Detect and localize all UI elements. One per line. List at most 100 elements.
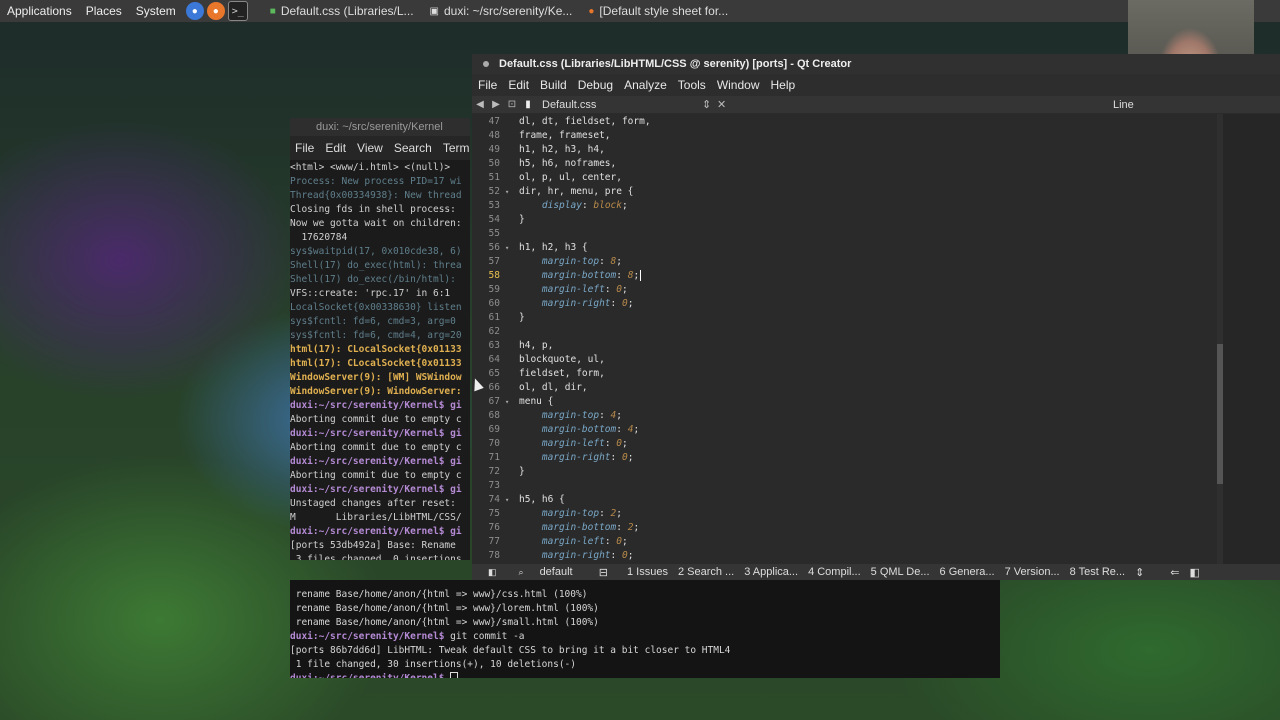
menu-window[interactable]: Window bbox=[711, 78, 765, 92]
terminal-output-continued[interactable]: rename Base/home/anon/{html => www}/css.… bbox=[290, 580, 1000, 678]
line-number: 67 bbox=[488, 396, 500, 407]
places-menu[interactable]: Places bbox=[79, 4, 129, 18]
applications-menu[interactable]: Applications bbox=[0, 4, 79, 18]
code-line[interactable]: 63 h4, p, bbox=[472, 339, 1218, 353]
terminal-menu-terminal[interactable]: Terminal bbox=[438, 141, 470, 155]
menu-build[interactable]: Build bbox=[534, 78, 572, 92]
code-line[interactable]: 64 blockquote, ul, bbox=[472, 353, 1218, 367]
code-line[interactable]: 73 bbox=[472, 479, 1218, 493]
terminal-launcher-icon[interactable]: >_ bbox=[227, 1, 248, 21]
code-line[interactable]: 54} bbox=[472, 213, 1218, 227]
file-dropdown-arrow-icon[interactable]: ⇕ bbox=[702, 98, 711, 111]
shell-prompt: duxi:~/src/serenity/Kernel$ bbox=[290, 631, 445, 642]
terminal-line: html(17): CLocalSocket{0x01133 bbox=[290, 344, 462, 355]
code-line[interactable]: 59 margin-left: 0; bbox=[472, 283, 1218, 297]
qtcreator-titlebar[interactable]: Default.css (Libraries/LibHTML/CSS @ ser… bbox=[472, 54, 1280, 74]
fold-marker-icon[interactable]: ▾ bbox=[505, 493, 509, 507]
line-number: 52 bbox=[488, 186, 500, 197]
window-menu-icon[interactable] bbox=[483, 61, 489, 67]
pane-version-control[interactable]: 7 Version... bbox=[1000, 566, 1065, 578]
menu-analyze[interactable]: Analyze bbox=[618, 78, 672, 92]
terminal-menu-file[interactable]: File bbox=[290, 141, 320, 155]
code-line[interactable]: 62 bbox=[472, 325, 1218, 339]
code-line[interactable]: 49 h1, h2, h3, h4, bbox=[472, 143, 1218, 157]
pane-search[interactable]: 2 Search ... bbox=[673, 566, 739, 578]
code-line[interactable]: 78 margin-right: 0; bbox=[472, 549, 1218, 563]
code-line[interactable]: 71 margin-right: 0; bbox=[472, 451, 1218, 465]
code-line[interactable]: 50 h5, h6, noframes, bbox=[472, 157, 1218, 171]
menu-tools[interactable]: Tools bbox=[672, 78, 711, 92]
code-line[interactable]: 61} bbox=[472, 311, 1218, 325]
code-line[interactable]: 55 bbox=[472, 227, 1218, 241]
forward-arrow-icon[interactable]: ▶ bbox=[488, 99, 504, 110]
code-line[interactable]: 66 ol, dl, dir, bbox=[472, 381, 1218, 395]
code-line[interactable]: 65 fieldset, form, bbox=[472, 367, 1218, 381]
open-file-combo[interactable]: Default.css bbox=[542, 99, 596, 111]
code-line[interactable]: 70 margin-left: 0; bbox=[472, 437, 1218, 451]
code-line[interactable]: 69 margin-bottom: 4; bbox=[472, 423, 1218, 437]
pane-test-results[interactable]: 8 Test Re... bbox=[1065, 566, 1130, 578]
pane-application[interactable]: 3 Applica... bbox=[739, 566, 803, 578]
qtcreator-window[interactable]: Default.css (Libraries/LibHTML/CSS @ ser… bbox=[472, 54, 1280, 580]
shell-prompt: duxi:~/src/serenity/Kernel$ bbox=[290, 673, 450, 678]
back-arrow-icon[interactable]: ◀ bbox=[472, 99, 488, 110]
clear-locator-icon[interactable]: ⊟ bbox=[594, 566, 613, 579]
terminal-line: Aborting commit due to empty c bbox=[290, 470, 462, 481]
code-line[interactable]: 74 ▾ h5, h6 { bbox=[472, 493, 1218, 507]
menu-debug[interactable]: Debug bbox=[572, 78, 618, 92]
code-line[interactable]: 76 margin-bottom: 2; bbox=[472, 521, 1218, 535]
system-menu[interactable]: System bbox=[129, 4, 183, 18]
terminal-menu-search[interactable]: Search bbox=[389, 141, 438, 155]
code-line[interactable]: 68 margin-top: 4; bbox=[472, 409, 1218, 423]
window-title: Default.css (Libraries/LibHTML/CSS @ ser… bbox=[499, 58, 852, 70]
code-line[interactable]: 51 ol, p, ul, center, bbox=[472, 171, 1218, 185]
code-line[interactable]: 56 ▾ h1, h2, h3 { bbox=[472, 241, 1218, 255]
menu-edit[interactable]: Edit bbox=[502, 78, 534, 92]
editor-caret bbox=[640, 270, 642, 281]
code-line[interactable]: 52 ▾ dir, hr, menu, pre { bbox=[472, 185, 1218, 199]
task-firefox[interactable]: ● [Default style sheet for... bbox=[580, 0, 736, 22]
code-line[interactable]: 53 display: block; bbox=[472, 199, 1218, 213]
code-line[interactable]: 47 dl, dt, fieldset, form, bbox=[472, 115, 1218, 129]
code-line[interactable]: 58 margin-bottom: 8; bbox=[472, 269, 1218, 283]
line-indicator[interactable]: Line bbox=[1113, 99, 1134, 111]
pane-compile[interactable]: 4 Compil... bbox=[803, 566, 866, 578]
task-qtcreator[interactable]: ■ Default.css (Libraries/L... bbox=[262, 0, 422, 22]
terminal-window[interactable]: duxi: ~/src/serenity/Kernel File Edit Vi… bbox=[290, 118, 470, 560]
shell-command: git commit -a bbox=[444, 631, 525, 642]
task-terminal[interactable]: ▣ duxi: ~/src/serenity/Ke... bbox=[422, 0, 581, 22]
menu-file[interactable]: File bbox=[472, 78, 502, 92]
menu-help[interactable]: Help bbox=[765, 78, 801, 92]
line-number: 48 bbox=[488, 130, 500, 141]
code-editor[interactable]: 47 dl, dt, fieldset, form, 48 frame, frames… bbox=[472, 114, 1218, 564]
pane-dropdown-icon[interactable]: ⇕ bbox=[1130, 566, 1149, 579]
code-line[interactable]: 77 margin-left: 0; bbox=[472, 535, 1218, 549]
code-line[interactable]: 48 frame, frameset, bbox=[472, 129, 1218, 143]
locator[interactable]: ◧ ⌕ default ⊟ bbox=[472, 566, 622, 579]
terminal-menu-view[interactable]: View bbox=[352, 141, 389, 155]
code-line[interactable]: 67 ▾ menu { bbox=[472, 395, 1218, 409]
code-line[interactable]: 72} bbox=[472, 465, 1218, 479]
line-number: 51 bbox=[488, 172, 500, 183]
code-line[interactable]: 57 margin-top: 8; bbox=[472, 255, 1218, 269]
pane-general[interactable]: 6 Genera... bbox=[935, 566, 1000, 578]
code-line[interactable]: 75 margin-top: 2; bbox=[472, 507, 1218, 521]
terminal-line: Aborting commit due to empty c bbox=[290, 414, 462, 425]
fold-marker-icon[interactable]: ▾ bbox=[505, 241, 509, 255]
fold-marker-icon[interactable]: ▾ bbox=[505, 185, 509, 199]
terminal-menu-edit[interactable]: Edit bbox=[320, 141, 352, 155]
close-file-icon[interactable]: ✕ bbox=[717, 98, 726, 111]
sidebar-toggle-icon[interactable]: ◧ bbox=[483, 567, 502, 578]
pane-maximize-icon[interactable]: ◧ bbox=[1185, 566, 1205, 579]
terminal-title[interactable]: duxi: ~/src/serenity/Kernel bbox=[290, 118, 470, 136]
terminal-output[interactable]: <html> <www/i.html> <(null)> Process: New… bbox=[290, 160, 470, 560]
pane-minimize-icon[interactable]: ⇐ bbox=[1165, 566, 1184, 579]
code-line[interactable]: 60 margin-right: 0; bbox=[472, 297, 1218, 311]
chrome-icon[interactable]: ● bbox=[185, 2, 204, 20]
editor-right-pane bbox=[1223, 114, 1280, 564]
pane-issues[interactable]: 1 Issues bbox=[622, 566, 673, 578]
fold-marker-icon[interactable]: ▾ bbox=[505, 395, 509, 409]
pane-qml-debugger[interactable]: 5 QML De... bbox=[866, 566, 935, 578]
locator-input[interactable]: default bbox=[535, 566, 578, 578]
firefox-icon[interactable]: ● bbox=[206, 2, 225, 20]
